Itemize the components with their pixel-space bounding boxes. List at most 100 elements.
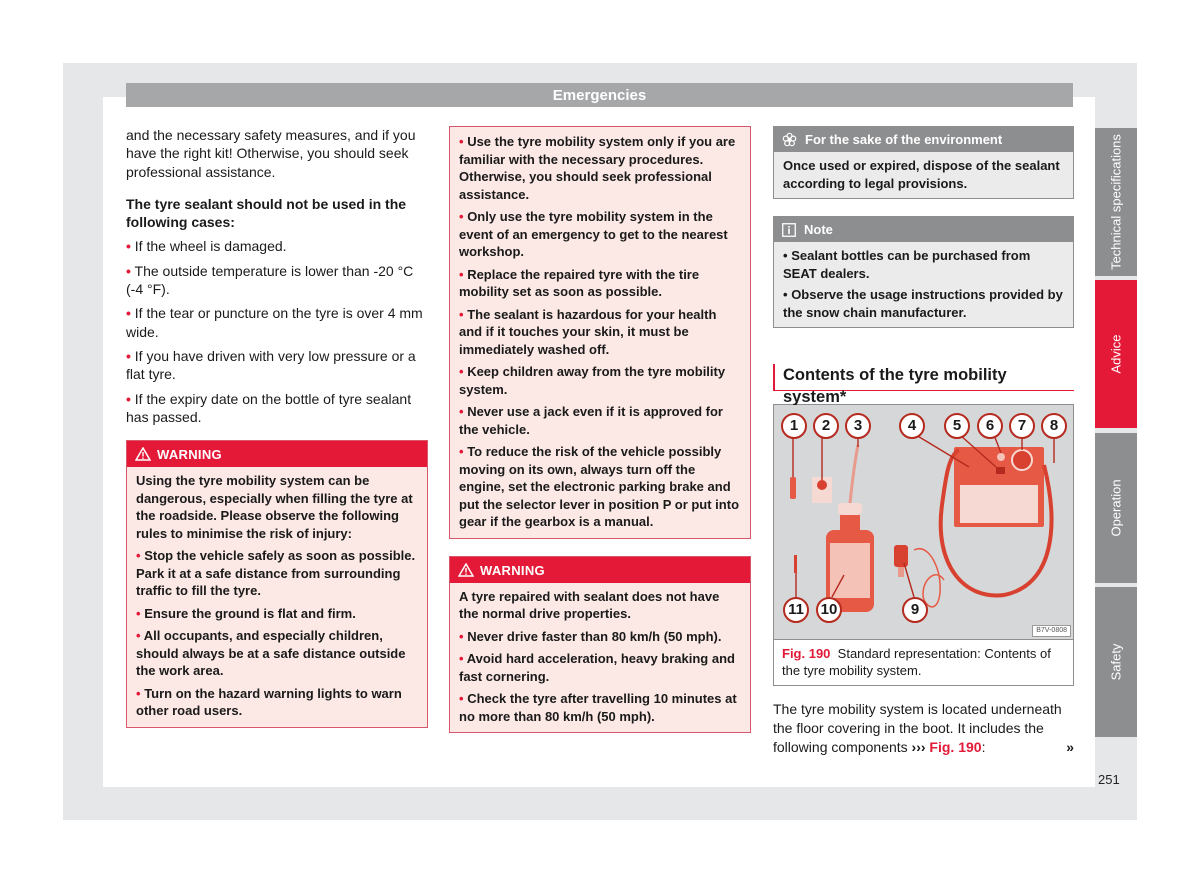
list-item: • Turn on the hazard warning lights to w… xyxy=(136,685,402,719)
restrictions-list: • If the wheel is damaged. • The outside… xyxy=(126,237,428,426)
bullet-icon: • xyxy=(783,287,788,302)
tab-technical-specifications[interactable]: Technical specifications xyxy=(1095,128,1137,276)
list-item: • If you have driven with very low press… xyxy=(126,347,416,383)
warning-label: WARNING xyxy=(480,562,545,578)
chapter-header: Emergencies xyxy=(126,83,1073,107)
warning-body: A tyre repaired with sealant does not ha… xyxy=(450,583,750,733)
bullet-icon: • xyxy=(459,134,464,149)
tab-advice[interactable]: Advice xyxy=(1095,280,1137,428)
callout-3: 3 xyxy=(845,413,871,439)
bullet-icon: • xyxy=(459,364,464,379)
list-item: • If the wheel is damaged. xyxy=(126,238,287,255)
list-item: • If the expiry date on the bottle of ty… xyxy=(126,390,412,425)
environment-header: For the sake of the environment xyxy=(774,127,1073,152)
note-header: Note xyxy=(774,217,1073,242)
tab-safety[interactable]: Safety xyxy=(1095,587,1137,737)
warning-box: WARNING A tyre repaired with sealant doe… xyxy=(449,555,751,733)
flower-icon xyxy=(782,132,797,147)
column-3: For the sake of the environment Once use… xyxy=(773,126,1074,757)
bullet-icon: • xyxy=(459,404,464,419)
figure-caption: Fig. 190 Standard representation: Conten… xyxy=(774,640,1073,685)
bullet-icon: • xyxy=(459,209,464,224)
callout-6: 6 xyxy=(977,413,1003,439)
warning-box-continued: • Use the tyre mobility system only if y… xyxy=(449,126,751,539)
list-item: • The outside temperature is lower than … xyxy=(126,262,414,298)
tab-operation[interactable]: Operation xyxy=(1095,433,1137,583)
bullet-icon: • xyxy=(459,306,464,322)
list-item: • All occupants, and especially children… xyxy=(136,628,406,679)
continue-icon: » xyxy=(1066,739,1074,755)
list-item: • Stop the vehicle safely as soon as pos… xyxy=(136,548,416,599)
bullet-icon: • xyxy=(459,266,464,282)
bullet-icon: • xyxy=(459,444,464,459)
list-item: • Avoid hard acceleration, heavy braking… xyxy=(459,651,735,684)
bullet-icon: • xyxy=(783,248,788,263)
list-item: • Ensure the ground is flat and firm. xyxy=(136,605,356,621)
warning-intro: A tyre repaired with sealant does not ha… xyxy=(459,588,720,622)
list-item: • Use the tyre mobility system only if y… xyxy=(459,134,736,202)
environment-body: Once used or expired, dispose of the sea… xyxy=(783,158,1060,191)
figure-code: B7V-0808 xyxy=(1032,625,1071,637)
figure-ref: Fig. 190 xyxy=(782,646,831,661)
warning-box: WARNING Using the tyre mobility system c… xyxy=(126,440,428,728)
callout-9: 9 xyxy=(902,597,928,623)
list-item: • Sealant bottles can be purchased from … xyxy=(783,248,1031,281)
callout-10: 10 xyxy=(816,597,842,623)
info-icon xyxy=(782,223,796,237)
warning-body: Using the tyre mobility system can be da… xyxy=(127,467,427,727)
note-body: • Sealant bottles can be purchased from … xyxy=(774,242,1073,327)
valve-tool xyxy=(790,477,796,499)
section-title: Contents of the tyre mobility system* xyxy=(773,364,1074,406)
tyre-mobility-kit-illustration: 1 2 3 4 5 6 7 8 9 10 11 B7V-0808 xyxy=(774,405,1073,640)
bullet-icon: • xyxy=(136,605,141,621)
callout-11: 11 xyxy=(783,597,809,623)
warning-triangle-icon xyxy=(135,447,151,461)
callout-1: 1 xyxy=(781,413,807,439)
sealant-restrictions-heading: The tyre sealant should not be used in t… xyxy=(126,195,407,231)
page-number: 251 xyxy=(1098,772,1120,787)
figure-190: 1 2 3 4 5 6 7 8 9 10 11 B7V-0808 Fig. 19… xyxy=(773,404,1074,686)
list-item: • The sealant is hazardous for your heal… xyxy=(459,306,717,357)
bullet-icon: • xyxy=(459,691,464,706)
list-item: • Never use a jack even if it is approve… xyxy=(459,404,723,437)
list-item: • Never drive faster than 80 km/h (50 mp… xyxy=(459,628,722,644)
warning-label: WARNING xyxy=(157,447,222,463)
list-item: • Only use the tyre mobility system in t… xyxy=(459,209,728,259)
bullet-icon: • xyxy=(459,651,464,666)
note-label: Note xyxy=(804,222,833,237)
bullet-icon: • xyxy=(136,628,141,644)
warning-header: WARNING xyxy=(127,441,427,468)
bullet-icon: • xyxy=(126,262,131,279)
bullet-icon: • xyxy=(136,685,141,701)
components-paragraph: The tyre mobility system is located unde… xyxy=(773,701,1074,755)
callout-2: 2 xyxy=(813,413,839,439)
filler-tube xyxy=(848,444,860,504)
warning-body: • Use the tyre mobility system only if y… xyxy=(450,127,750,538)
intro-paragraph: and the necessary safety measures, and i… xyxy=(126,127,416,180)
bullet-icon: • xyxy=(126,305,131,322)
valve-core xyxy=(794,555,797,573)
list-item: • If the tear or puncture on the tyre is… xyxy=(126,305,423,340)
warning-triangle-icon xyxy=(458,562,474,577)
callout-4: 4 xyxy=(899,413,925,439)
bullet-icon: • xyxy=(136,548,141,564)
column-1: and the necessary safety measures, and i… xyxy=(126,126,428,728)
column-2: • Use the tyre mobility system only if y… xyxy=(449,126,751,733)
compressor-label xyxy=(960,485,1038,523)
note-box: Note • Sealant bottles can be purchased … xyxy=(773,216,1074,328)
compressor-switch xyxy=(996,467,1005,474)
cross-ref-arrow-icon: ››› xyxy=(911,739,926,755)
callout-5: 5 xyxy=(944,413,970,439)
power-plug xyxy=(894,545,908,567)
environment-label: For the sake of the environment xyxy=(805,132,1003,147)
environment-box: For the sake of the environment Once use… xyxy=(773,126,1074,199)
bullet-icon: • xyxy=(126,238,131,255)
warning-header: WARNING xyxy=(450,556,750,583)
bullet-icon: • xyxy=(126,390,131,407)
list-item: • To reduce the risk of the vehicle poss… xyxy=(459,444,740,529)
figure-link[interactable]: Fig. 190 xyxy=(929,739,981,755)
indicator-light xyxy=(997,453,1005,461)
list-item: • Observe the usage instructions provide… xyxy=(783,287,1063,320)
warning-intro: Using the tyre mobility system can be da… xyxy=(136,473,413,541)
list-item: • Keep children away from the tyre mobil… xyxy=(459,364,726,397)
